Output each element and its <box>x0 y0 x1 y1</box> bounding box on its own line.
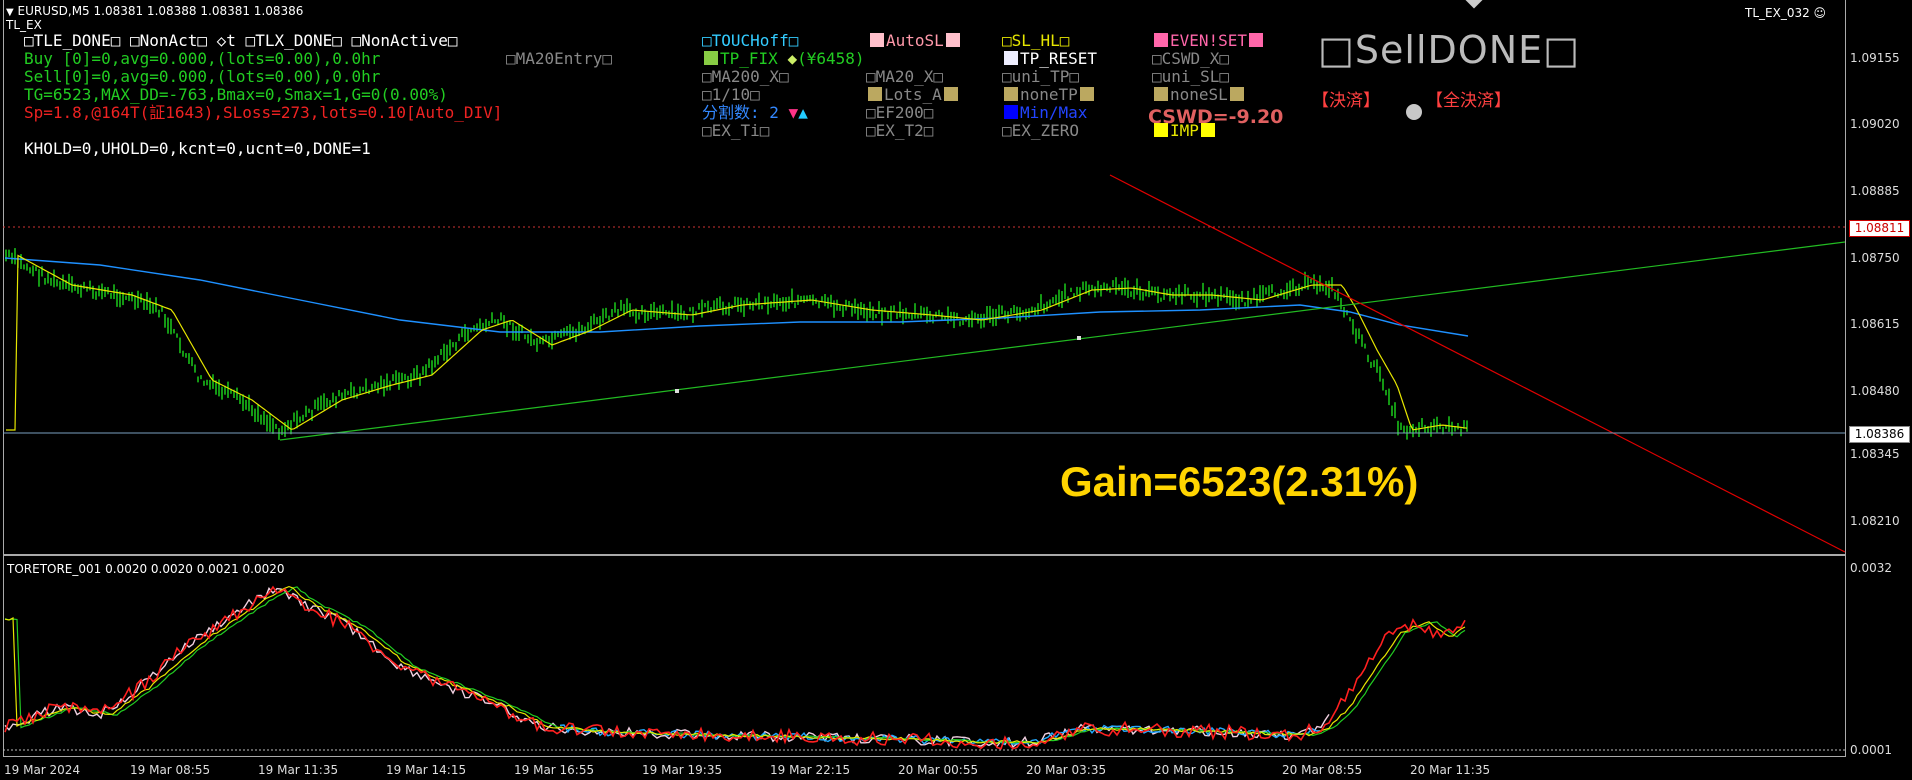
up-triangle-icon[interactable]: ▲ <box>798 103 808 122</box>
price-tick: 1.08615 <box>1850 317 1900 331</box>
time-tick: 20 Mar 03:35 <box>1026 763 1107 777</box>
uni-sl-button[interactable]: □uni_SL□ <box>1152 68 1229 86</box>
lots-a-button[interactable]: Lots_A <box>866 86 960 104</box>
division-count[interactable]: 分割数: 2 ▼▲ <box>702 104 808 122</box>
checkbox-icon <box>1154 87 1168 101</box>
ma20-entry-toggle[interactable]: □MA20Entry□ <box>506 50 612 68</box>
status-dot-icon[interactable] <box>1406 104 1422 120</box>
ex-t2-button[interactable]: □EX_T2□ <box>866 122 933 140</box>
uni-tp-button[interactable]: □uni_TP□ <box>1002 68 1079 86</box>
tp-fix-button[interactable]: TP_FIX ◆(¥6458) <box>702 50 865 68</box>
time-tick: 19 Mar 11:35 <box>258 763 339 777</box>
checkbox-icon <box>1079 87 1094 101</box>
price-tick: 1.08750 <box>1850 251 1900 265</box>
price-tag-current: 1.08386 <box>1849 426 1910 443</box>
indicator-line-green <box>4 586 1466 744</box>
ef200-button[interactable]: □EF200□ <box>866 104 933 122</box>
checkbox-icon <box>1004 51 1018 65</box>
price-tick: 1.08345 <box>1850 447 1900 461</box>
autosl-button[interactable]: AutoSL <box>868 32 962 50</box>
trend-anchor-1 <box>675 389 679 393</box>
status-flags-row[interactable]: □TLE_DONE□ □NonAct□ ◇t □TLX_DONE□ □NonAc… <box>24 32 457 50</box>
ex-ti-button[interactable]: □EX_Ti□ <box>702 122 769 140</box>
checkbox-icon <box>1229 87 1244 101</box>
sell-done-button[interactable]: □SellDONE□ <box>1318 28 1580 72</box>
cswd-x-button[interactable]: □CSWD_X□ <box>1152 50 1229 68</box>
sl-hl-button[interactable]: □SL_HL□ <box>1002 32 1069 50</box>
target-status: TG=6523,MAX_DD=-763,Bmax=0,Smax=1,G=0(0.… <box>24 85 448 104</box>
hold-status: KHOLD=0,UHOLD=0,kcnt=0,ucnt=0,DONE=1 <box>24 139 371 158</box>
time-tick: 19 Mar 16:55 <box>514 763 595 777</box>
checkbox-icon <box>870 33 884 47</box>
evenset-button[interactable]: EVEN!SET <box>1152 32 1265 50</box>
price-tag-red: 1.08811 <box>1849 220 1910 237</box>
down-triangle-icon[interactable]: ▼ <box>789 103 799 122</box>
indicator-top-value: 0.0032 <box>1850 561 1892 575</box>
tp-reset-button[interactable]: TP_RESET <box>1002 50 1097 68</box>
checkbox-icon <box>1154 123 1168 137</box>
time-tick: 19 Mar 08:55 <box>130 763 211 777</box>
indicator-line-white <box>4 587 1330 748</box>
trendline-green <box>279 241 1846 441</box>
ma20-x-button[interactable]: □MA20_X□ <box>866 68 943 86</box>
checkbox-icon <box>1004 87 1018 101</box>
candle-series <box>5 248 1468 440</box>
time-tick: 19 Mar 2024 <box>4 763 81 777</box>
indicator-line-yellow <box>4 585 1466 745</box>
checkbox-icon <box>704 51 718 65</box>
time-tick: 20 Mar 08:55 <box>1282 763 1363 777</box>
checkbox-icon <box>1200 123 1215 137</box>
checkbox-icon <box>1249 33 1264 47</box>
time-tick: 20 Mar 06:15 <box>1154 763 1235 777</box>
buy-status: Buy [0]=0,avg=0.000,(lots=0.00),0.0hr <box>24 49 381 68</box>
price-tick: 1.08480 <box>1850 384 1900 398</box>
touchoff-button[interactable]: □TOUCHoff□ <box>702 32 798 50</box>
symbol-info: ▼ EURUSD,M5 1.08381 1.08388 1.08381 1.08… <box>6 4 304 18</box>
indicator-bottom-value: 0.0001 <box>1850 743 1892 757</box>
ea-name: TL_EX_032 ☺ <box>1745 6 1827 20</box>
price-tick: 1.08210 <box>1850 514 1900 528</box>
time-tick: 19 Mar 19:35 <box>642 763 723 777</box>
time-tick: 20 Mar 11:35 <box>1410 763 1491 777</box>
checkbox-icon <box>943 87 958 101</box>
time-tick: 20 Mar 00:55 <box>898 763 979 777</box>
time-tick: 19 Mar 14:15 <box>386 763 467 777</box>
chart-subtitle: TL_EX <box>6 18 42 32</box>
ma200-x-button[interactable]: □MA200_X□ <box>702 68 789 86</box>
minmax-button[interactable]: Min/Max <box>1002 104 1087 122</box>
indicator-chart[interactable] <box>0 557 1912 757</box>
indicator-line-red <box>4 585 1466 750</box>
trend-anchor-2 <box>1077 336 1081 340</box>
price-tick: 1.09155 <box>1850 51 1900 65</box>
checkbox-icon <box>868 87 882 101</box>
one-tenth-button[interactable]: □1/10□ <box>702 86 760 104</box>
checkbox-icon <box>1154 33 1168 47</box>
imp-button[interactable]: IMP <box>1152 122 1217 140</box>
settle-button[interactable]: 【決済】 <box>1312 86 1380 111</box>
nonesl-button[interactable]: noneSL <box>1152 86 1246 104</box>
diamond-icon: ◆ <box>787 49 798 68</box>
ma-fast-line <box>6 254 1468 431</box>
ex-zero-button[interactable]: □EX_ZERO <box>1002 122 1079 140</box>
checkbox-icon <box>1004 105 1018 119</box>
price-tick: 1.09020 <box>1850 117 1900 131</box>
sell-status: Sell[0]=0,avg=0.000,(lots=0.00),0.0hr <box>24 67 381 86</box>
indicator-title: TORETORE_001 0.0020 0.0020 0.0021 0.0020 <box>7 562 285 576</box>
settle-all-button[interactable]: 【全決済】 <box>1426 86 1511 111</box>
collapse-triangle-icon[interactable]: ▼ <box>6 7 14 18</box>
price-tick: 1.08885 <box>1850 184 1900 198</box>
time-tick: 19 Mar 22:15 <box>770 763 851 777</box>
checkbox-icon <box>945 33 960 47</box>
nonetp-button[interactable]: noneTP <box>1002 86 1096 104</box>
spread-status: Sp=1.8,@164T(証1643),SLoss=273,lots=0.10[… <box>24 103 503 122</box>
gain-label: Gain=6523(2.31%) <box>1060 458 1419 505</box>
